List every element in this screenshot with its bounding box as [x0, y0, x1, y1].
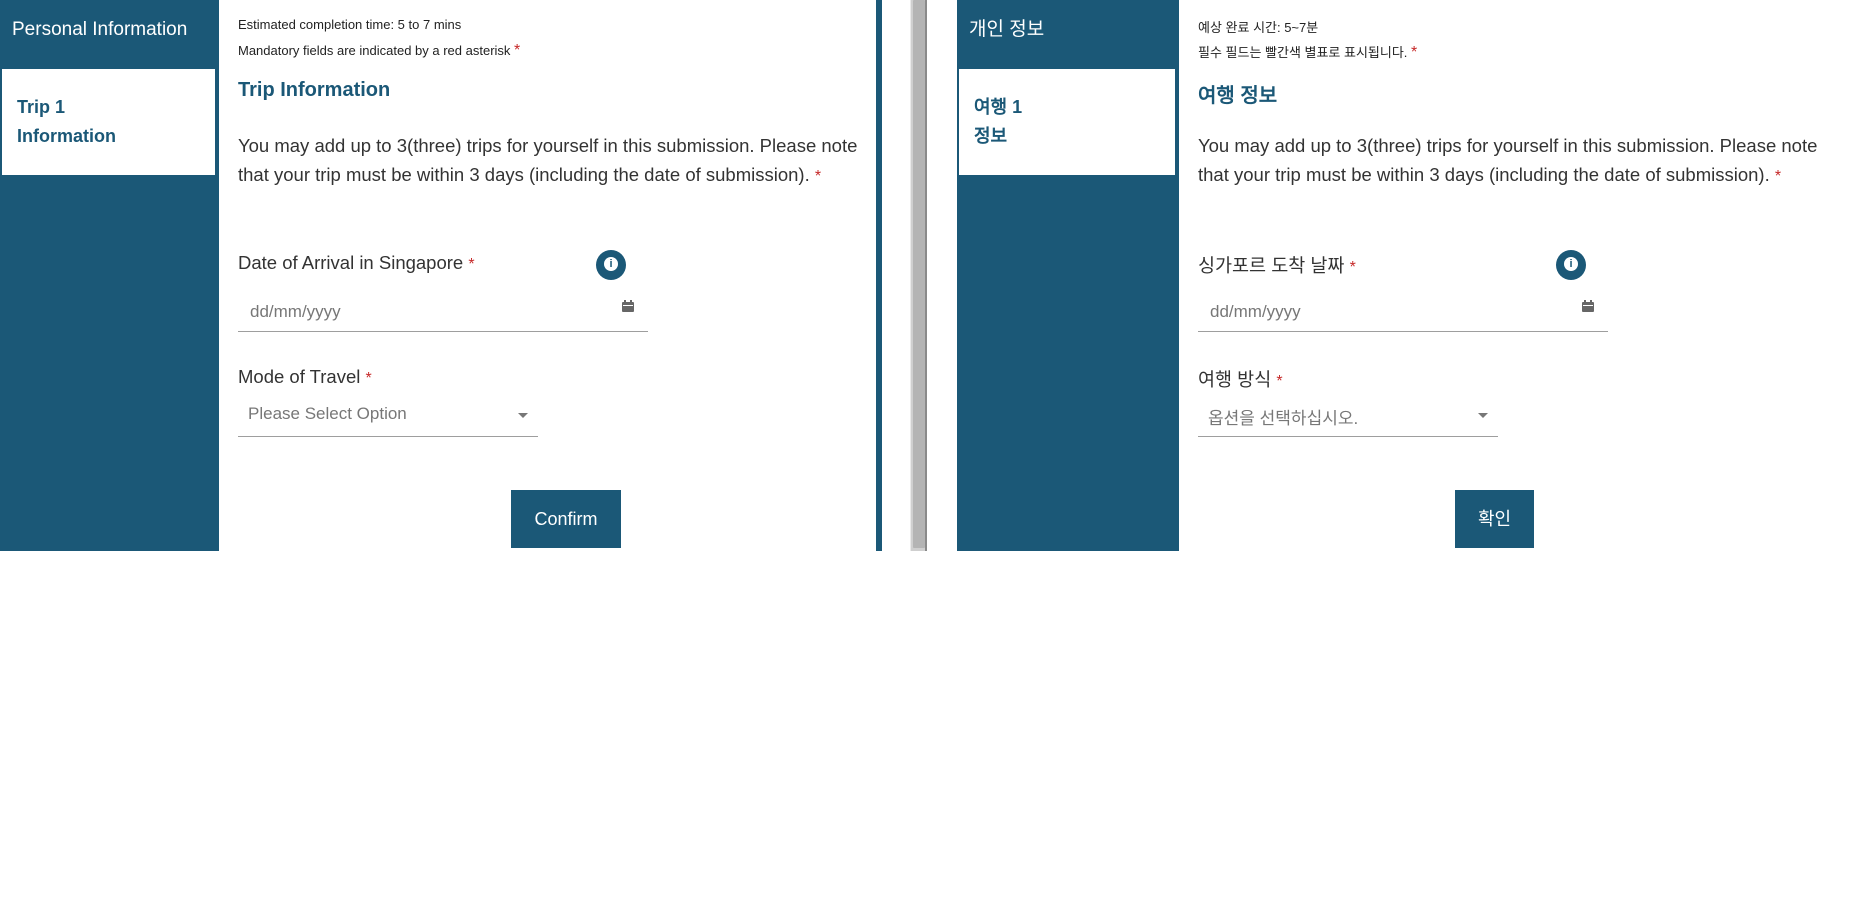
chevron-down-icon [518, 413, 528, 418]
select-placeholder: 옵션을 선택하십시오. [1208, 409, 1359, 428]
completion-time-note: 예상 완료 시간: 5~7분 [1198, 20, 1319, 35]
sidebar-item-label: 정보 [974, 126, 1008, 146]
required-asterisk: * [1349, 259, 1356, 276]
mode-of-travel-select[interactable]: 옵션을 선택하십시오. [1198, 396, 1498, 437]
trip-description-text: You may add up to 3(three) trips for you… [1198, 135, 1818, 185]
mandatory-note-text: 필수 필드는 빨간색 별표로 표시됩니다. [1198, 45, 1408, 60]
required-asterisk: * [468, 256, 475, 273]
required-asterisk: * [365, 370, 372, 387]
completion-time-note: Estimated completion time: 5 to 7 mins [238, 17, 462, 32]
mandatory-fields-note: 필수 필드는 빨간색 별표로 표시됩니다. * [1198, 42, 1417, 62]
info-icon[interactable]: i [596, 250, 626, 280]
mode-of-travel-label-text: 여행 방식 [1198, 369, 1272, 390]
required-asterisk: * [1276, 373, 1283, 390]
panel-divider [876, 0, 882, 551]
panel-divider [925, 0, 927, 551]
required-asterisk: * [1411, 44, 1418, 61]
trip-description: You may add up to 3(three) trips for you… [238, 131, 863, 191]
arrival-date-input[interactable] [1198, 292, 1608, 332]
arrival-date-label: 싱가포르 도착 날짜 * [1198, 252, 1356, 278]
info-glyph: i [1564, 257, 1578, 272]
sidebar-item-label: 여행 1 [974, 97, 1023, 117]
info-glyph: i [604, 257, 618, 272]
required-asterisk: * [814, 168, 822, 185]
mandatory-note-text: Mandatory fields are indicated by a red … [238, 43, 511, 58]
sidebar-item-personal-information[interactable]: 개인 정보 [957, 0, 1179, 60]
mode-of-travel-label: Mode of Travel * [238, 366, 372, 388]
arrival-date-label-text: 싱가포르 도착 날짜 [1198, 255, 1345, 276]
chevron-down-icon [1478, 413, 1488, 418]
english-form-panel: Personal Information Trip 1 Information … [0, 0, 876, 551]
section-title: Trip Information [238, 79, 391, 101]
select-placeholder: Please Select Option [248, 404, 407, 423]
confirm-button[interactable]: Confirm [511, 490, 621, 548]
arrival-date-label-text: Date of Arrival in Singapore [238, 252, 464, 273]
korean-form-panel: 개인 정보 여행 1 정보 예상 완료 시간: 5~7분 필수 필드는 빨간색 … [957, 0, 1819, 551]
required-asterisk: * [514, 42, 521, 59]
scrollbar-thumb[interactable] [913, 0, 925, 548]
mode-of-travel-label: 여행 방식 * [1198, 366, 1283, 392]
mandatory-fields-note: Mandatory fields are indicated by a red … [238, 42, 520, 60]
mode-of-travel-label-text: Mode of Travel [238, 366, 361, 387]
arrival-date-input[interactable] [238, 292, 648, 332]
sidebar-item-trip-1[interactable]: Trip 1 Information [2, 69, 215, 175]
trip-description: You may add up to 3(three) trips for you… [1198, 131, 1823, 191]
sidebar: Personal Information Trip 1 Information [0, 0, 219, 551]
section-title: 여행 정보 [1198, 85, 1278, 107]
calendar-icon[interactable] [621, 299, 635, 313]
sidebar-item-personal-information[interactable]: Personal Information [0, 0, 219, 60]
sidebar-item-label: Information [17, 126, 116, 146]
sidebar-item-trip-1[interactable]: 여행 1 정보 [959, 69, 1175, 175]
screen: Personal Information Trip 1 Information … [0, 0, 1861, 909]
sidebar: 개인 정보 여행 1 정보 [957, 0, 1179, 551]
trip-description-text: You may add up to 3(three) trips for you… [238, 135, 858, 185]
calendar-icon[interactable] [1581, 299, 1595, 313]
sidebar-item-label: Trip 1 [17, 97, 66, 117]
required-asterisk: * [1774, 168, 1782, 185]
arrival-date-label: Date of Arrival in Singapore * [238, 252, 475, 274]
info-icon[interactable]: i [1556, 250, 1586, 280]
confirm-button[interactable]: 확인 [1455, 490, 1534, 548]
mode-of-travel-select[interactable]: Please Select Option [238, 396, 538, 437]
